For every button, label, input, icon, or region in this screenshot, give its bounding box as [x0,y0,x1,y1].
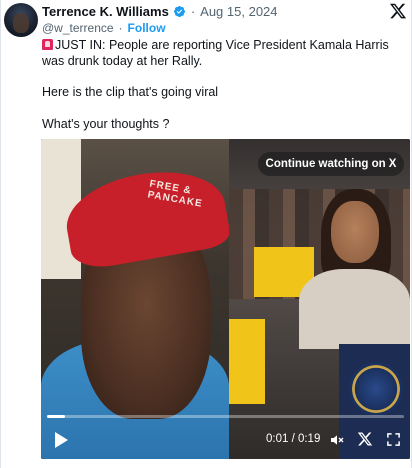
author-handle[interactable]: @w_terrence [42,21,114,35]
tweet-card: Terrence K. Williams · Aug 15, 2024 @w_t… [0,0,412,468]
tweet-line-2: Here is the clip that's going viral [42,85,219,99]
follow-button[interactable]: Follow [128,21,166,35]
separator-dot-2: · [118,21,123,35]
x-icon[interactable] [357,431,373,447]
volume-icon[interactable] [329,432,345,448]
video-player[interactable]: FREE & PANCAKE Continue watching on X 0:… [41,139,410,459]
video-left-scene: FREE & PANCAKE [41,139,233,459]
video-presidential-seal [349,362,403,416]
video-speaker-body [299,269,410,349]
tweet-body: JUST IN: People are reporting Vice Presi… [42,38,404,132]
tweet-line-3: What's your thoughts ? [42,116,170,131]
author-name[interactable]: Terrence K. Williams [42,4,169,19]
video-progress-fill [47,415,65,418]
avatar[interactable] [4,3,38,37]
tweet-subheader: @w_terrence · Follow [42,21,166,35]
continue-watching-button[interactable]: Continue watching on X [258,152,404,176]
video-speaker-face [331,201,379,263]
fullscreen-icon[interactable] [386,432,401,447]
video-sign-2 [229,319,265,404]
tweet-line-1: JUST IN: People are reporting Vice Presi… [42,38,389,68]
video-right-scene [229,139,410,459]
video-hat-text: FREE & PANCAKE [146,178,204,210]
video-red-hat: FREE & PANCAKE [59,160,233,273]
tweet-header: Terrence K. Williams · Aug 15, 2024 [42,3,278,19]
verified-badge-icon [173,5,185,17]
video-progress-bar[interactable] [47,415,404,418]
x-logo-icon[interactable] [389,2,407,20]
video-time: 0:01 / 0:19 [266,433,321,445]
siren-emoji-icon [42,39,53,50]
tweet-date[interactable]: Aug 15, 2024 [200,4,277,19]
play-icon[interactable] [53,431,69,449]
separator-dot: · [190,3,196,19]
